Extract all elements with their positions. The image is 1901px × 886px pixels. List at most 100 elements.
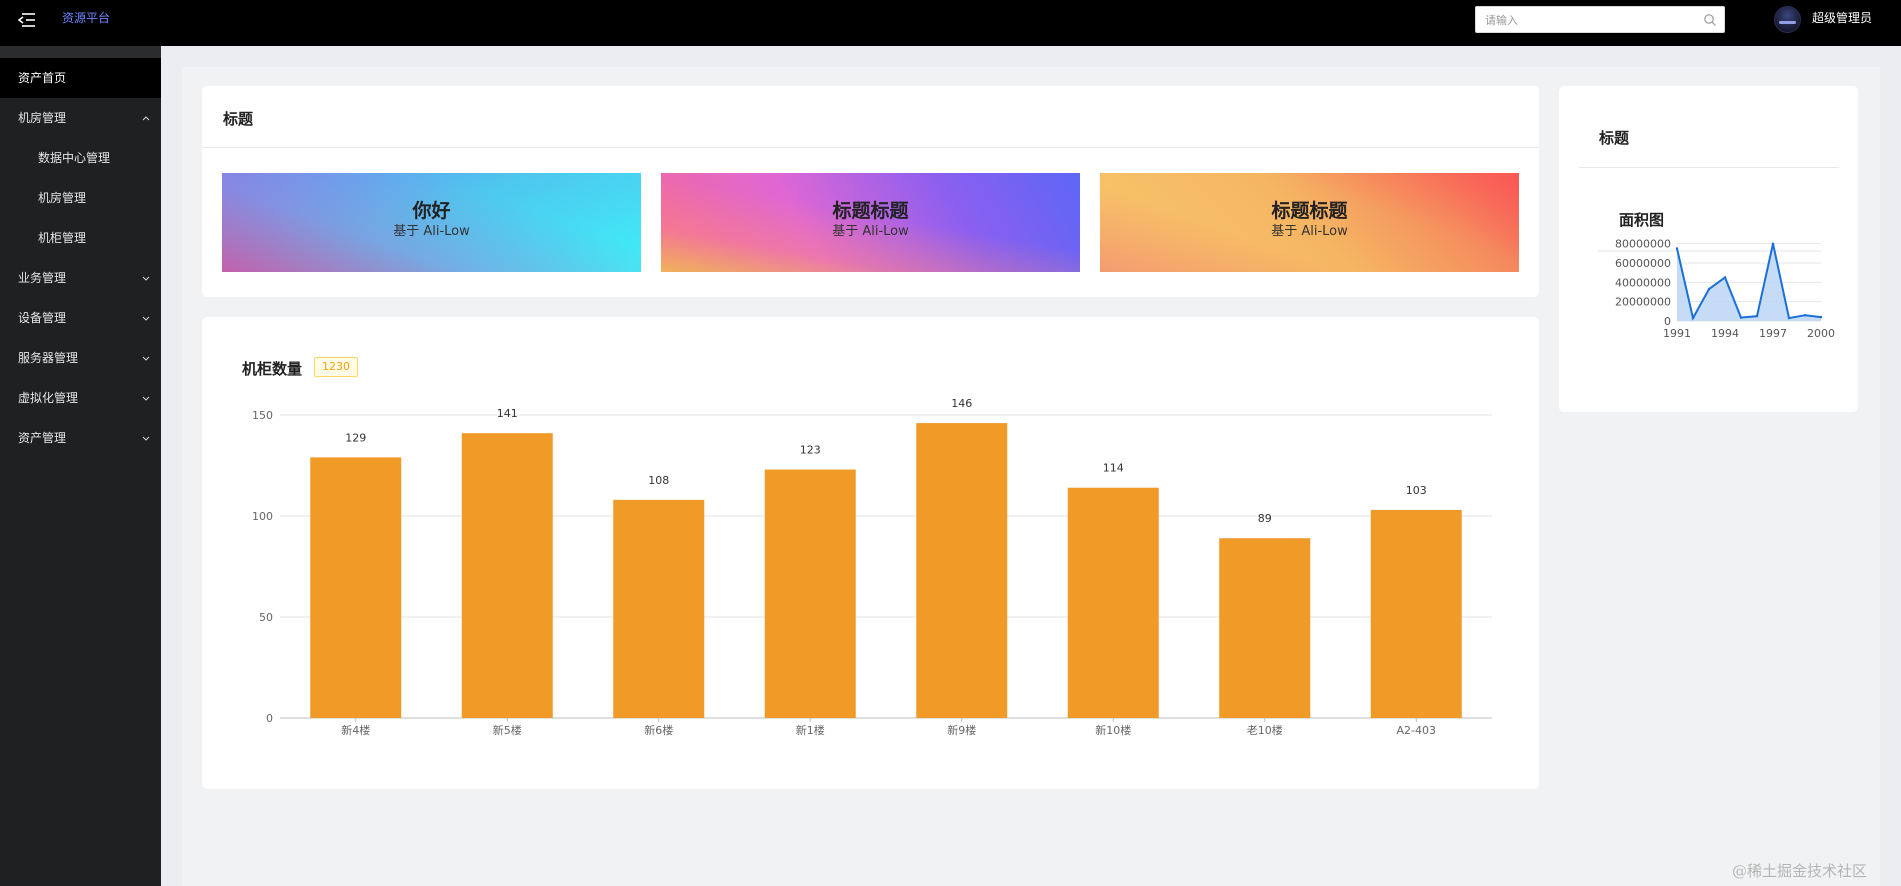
data-point[interactable] — [1819, 315, 1823, 319]
banner-tile-subtitle: 基于 Ali-Low — [1271, 224, 1348, 239]
side-card: 标题 面积图 0 20000000 40000000 60000000 80000000… — [1559, 86, 1858, 412]
x-tick-label: 1994 — [1711, 327, 1739, 340]
y-tick-label: 100 — [252, 510, 273, 523]
sidebar-item-label: 机房管理 — [18, 111, 67, 125]
search-input[interactable] — [1485, 12, 1690, 28]
banner-tile-title: 标题标题 — [832, 200, 909, 222]
y-tick-label: 80000000 — [1615, 238, 1671, 251]
sidebar-item[interactable]: 机柜管理 — [0, 218, 161, 258]
search-box[interactable] — [1475, 6, 1725, 33]
avatar[interactable] — [1774, 6, 1801, 33]
banner-tile-title: 你好 — [412, 200, 451, 222]
banner-tile[interactable]: 你好 基于 Ali-Low — [222, 173, 641, 272]
bar-value-label: 114 — [1103, 462, 1124, 475]
x-tick-label: 2000 — [1807, 327, 1835, 340]
count-badge: 1230 — [314, 357, 358, 377]
sidebar-item[interactable]: 设备管理 — [0, 298, 161, 338]
bar[interactable] — [916, 423, 1008, 718]
sidebar-item-label: 数据中心管理 — [38, 151, 111, 165]
cabinet-chart-card: 0 50 100 150 129 新4楼 141 新5楼 108 新6楼 123 新1楼 146 新9楼 1… — [202, 317, 1539, 789]
banner-tile-subtitle: 基于 Ali-Low — [832, 224, 909, 239]
area-line — [1676, 243, 1822, 321]
sidebar: 资产首页 机房管理 数据中心管理 机房管理 机柜管理 业务管理 设备管理 服务器管理 虚拟化管理… — [0, 46, 161, 886]
data-point[interactable] — [1723, 276, 1727, 279]
cabinet-card-title: 机柜数量 — [242, 360, 303, 378]
data-point[interactable] — [1739, 316, 1743, 319]
bar-value-label: 146 — [951, 397, 972, 410]
x-tick-label: 新10楼 — [1095, 723, 1131, 737]
bar-value-label: 108 — [648, 474, 669, 487]
y-tick-label: 20000000 — [1615, 296, 1671, 309]
watermark: @稀土掘金技术社区 — [1732, 862, 1868, 880]
sidebar-menu: 资产首页 机房管理 数据中心管理 机房管理 机柜管理 业务管理 设备管理 服务器管理 虚拟化管理… — [0, 58, 161, 458]
sidebar-item-label: 设备管理 — [18, 311, 67, 325]
sidebar-item-label: 资产首页 — [18, 71, 67, 85]
sidebar-item[interactable]: 资产管理 — [0, 418, 161, 458]
bar[interactable] — [1067, 487, 1159, 718]
y-tick-label: 0 — [266, 712, 273, 725]
data-point[interactable] — [1755, 314, 1759, 318]
area-chart: 0200000004000000060000000800000001991 199… — [1598, 238, 1835, 340]
search-icon[interactable] — [1703, 13, 1717, 27]
banner-tile-subtitle: 基于 Ali-Low — [393, 224, 470, 239]
data-point[interactable] — [1771, 242, 1775, 245]
banner-card-title: 标题 — [223, 110, 254, 128]
sidebar-item-label: 机柜管理 — [38, 231, 87, 245]
y-tick-label: 60000000 — [1615, 257, 1671, 270]
bar-value-label: 141 — [497, 407, 518, 420]
chevron-down-icon — [142, 436, 150, 441]
sidebar-item[interactable]: 资产首页 — [0, 58, 161, 98]
sidebar-item-label: 资产管理 — [18, 431, 67, 445]
sidebar-item-label: 虚拟化管理 — [18, 391, 79, 405]
sidebar-item-label: 服务器管理 — [18, 351, 79, 365]
bar[interactable] — [310, 457, 402, 718]
sidebar-item[interactable]: 机房管理 — [0, 98, 161, 138]
sidebar-item[interactable]: 业务管理 — [0, 258, 161, 298]
data-point[interactable] — [1707, 287, 1711, 291]
chevron-down-icon — [142, 316, 150, 321]
sidebar-top-strip — [0, 46, 161, 58]
chevron-down-icon — [142, 276, 150, 281]
bar-value-label: 103 — [1406, 484, 1427, 497]
brand-title[interactable]: 资源平台 — [62, 11, 110, 25]
user-name[interactable]: 超级管理员 — [1812, 11, 1872, 25]
bar[interactable] — [1370, 509, 1462, 718]
bar[interactable] — [764, 469, 856, 718]
data-point[interactable] — [1787, 316, 1791, 320]
sidebar-item[interactable]: 虚拟化管理 — [0, 378, 161, 418]
banner-card: 标题 你好 基于 Ali-Low 标题标题 基于 Ali-Low 标题标题 基于… — [202, 86, 1539, 297]
y-tick-label: 40000000 — [1615, 276, 1671, 289]
x-tick-label: 新9楼 — [947, 723, 976, 737]
x-tick-label: A2-403 — [1397, 724, 1437, 737]
x-tick-label: 新4楼 — [341, 723, 370, 737]
bar[interactable] — [461, 433, 553, 718]
bar[interactable] — [613, 499, 705, 718]
chevron-up-icon — [142, 116, 150, 121]
y-tick-label: 150 — [252, 409, 273, 422]
sidebar-item[interactable]: 服务器管理 — [0, 338, 161, 378]
data-point[interactable] — [1675, 247, 1679, 250]
chevron-down-icon — [142, 356, 150, 361]
top-navbar: 资源平台 超级管理员 — [0, 0, 1901, 46]
data-point[interactable] — [1691, 316, 1695, 320]
x-tick-label: 新1楼 — [796, 723, 825, 737]
banner-tile-title: 标题标题 — [1271, 200, 1348, 222]
sidebar-item[interactable]: 机房管理 — [0, 178, 161, 218]
divider — [202, 147, 1539, 148]
bar-value-label: 129 — [345, 431, 366, 444]
sidebar-item[interactable]: 数据中心管理 — [0, 138, 161, 178]
banner-tile[interactable]: 标题标题 基于 Ali-Low — [1100, 173, 1519, 272]
y-tick-label: 50 — [259, 611, 273, 624]
x-tick-label: 新5楼 — [493, 723, 522, 737]
bar-value-label: 89 — [1258, 512, 1272, 525]
x-tick-label: 1997 — [1759, 327, 1787, 340]
chevron-down-icon — [142, 396, 150, 401]
menu-fold-icon[interactable] — [17, 10, 37, 30]
x-tick-label: 新6楼 — [644, 723, 673, 737]
data-point[interactable] — [1803, 314, 1807, 317]
banner-tile[interactable]: 标题标题 基于 Ali-Low — [661, 173, 1080, 272]
x-tick-label: 老10楼 — [1247, 723, 1283, 737]
bar-value-label: 123 — [800, 444, 821, 457]
bar[interactable] — [1219, 538, 1311, 718]
sidebar-item-label: 机房管理 — [38, 191, 87, 205]
